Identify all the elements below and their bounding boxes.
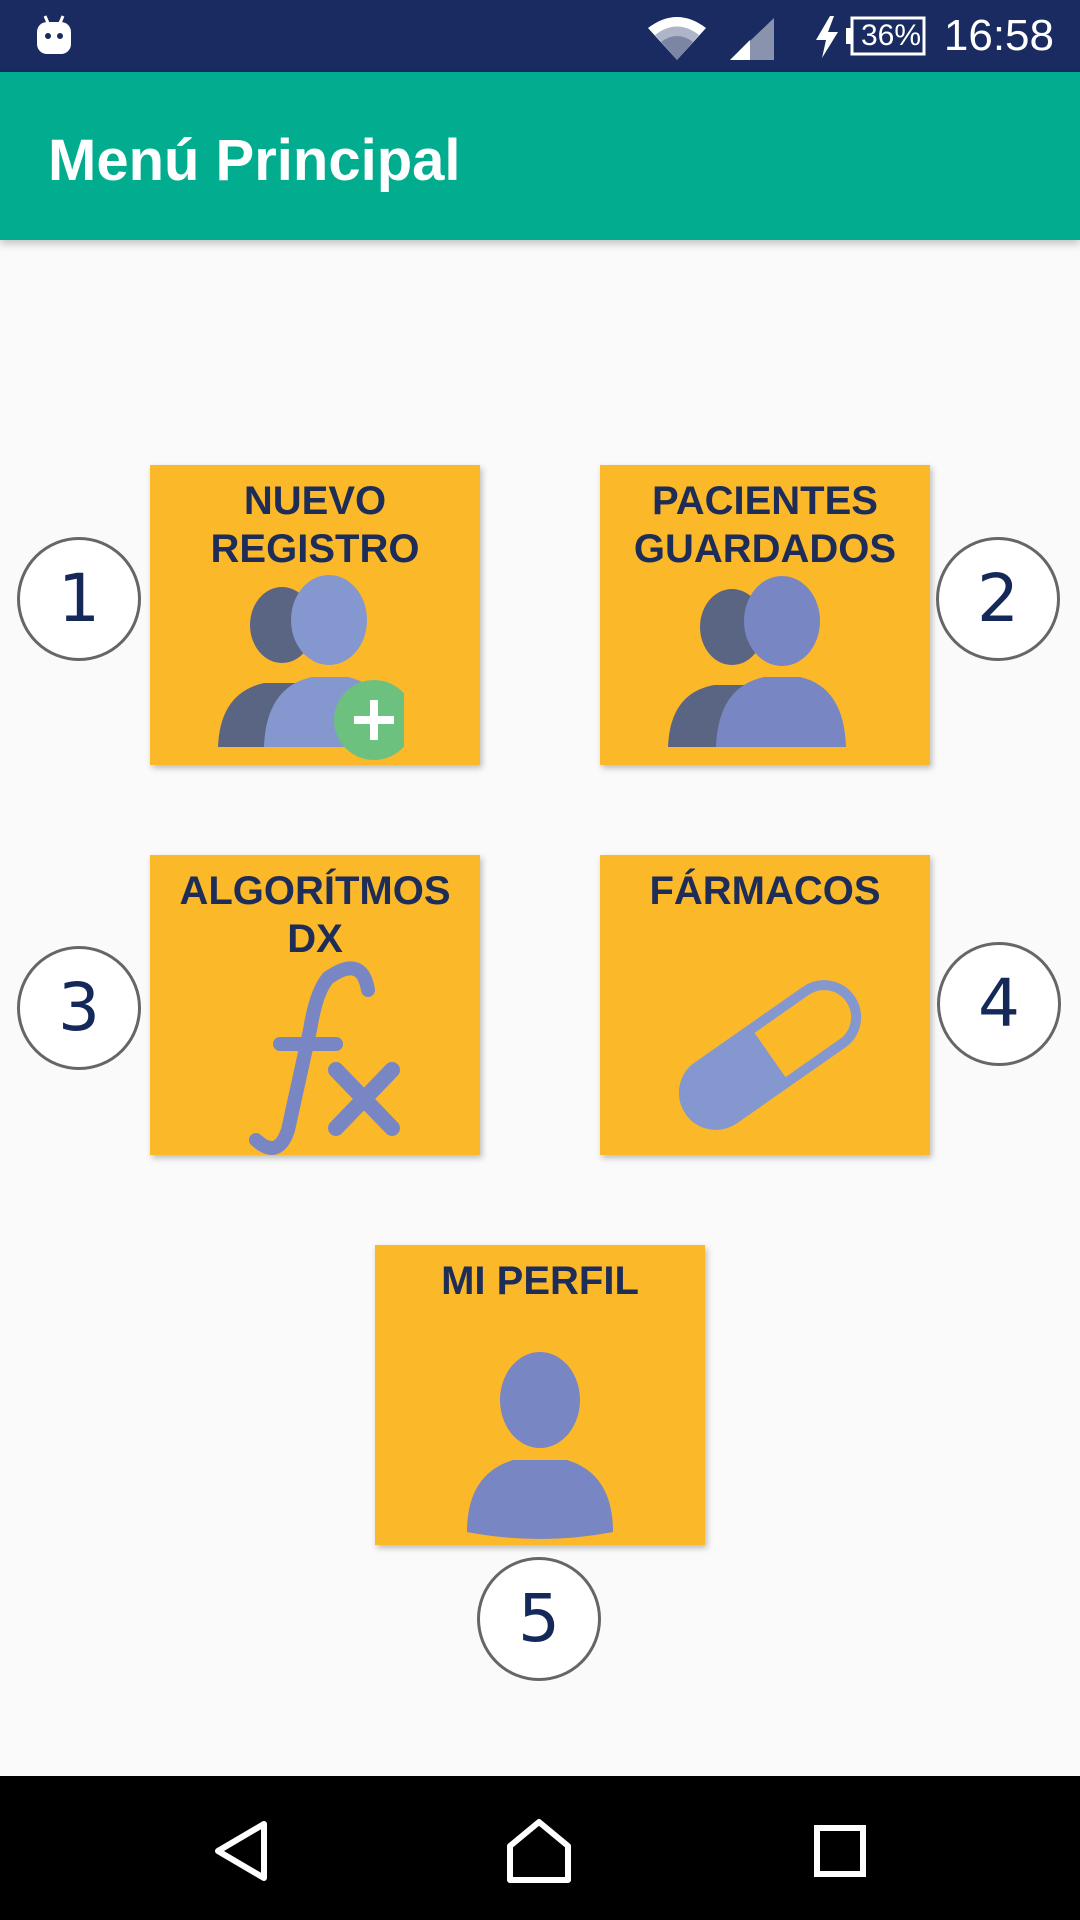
home-icon[interactable]	[504, 1816, 574, 1886]
annotation-3: 3	[17, 946, 141, 1070]
signal-icon	[730, 18, 774, 60]
tile-label: PACIENTES GUARDADOS	[633, 479, 897, 571]
mi-perfil-button[interactable]: MI PERFIL	[375, 1245, 705, 1545]
add-users-icon	[218, 575, 404, 760]
battery-percent: 36%	[860, 19, 922, 52]
annotation-5: 5	[477, 1557, 601, 1681]
tile-label: MI PERFIL	[441, 1259, 639, 1303]
tile-label: NUEVO REGISTRO	[210, 479, 420, 571]
navigation-bar	[0, 1776, 1080, 1920]
pill-capsule-icon	[678, 980, 862, 1130]
annotation-2: 2	[936, 537, 1060, 661]
app-bar: Menú Principal	[0, 72, 1080, 240]
android-icon	[37, 15, 71, 54]
wifi-icon	[648, 17, 706, 60]
tile-label: ALGORÍTMOS DX	[179, 869, 451, 961]
user-icon	[467, 1352, 613, 1539]
farmacos-button[interactable]: FÁRMACOS	[600, 855, 930, 1155]
nuevo-registro-button[interactable]: NUEVO REGISTRO	[150, 465, 480, 765]
users-icon	[668, 576, 846, 747]
clock: 16:58	[943, 11, 1054, 60]
battery-icon: 36%	[846, 16, 926, 56]
charging-bolt-icon	[816, 16, 838, 58]
status-bar: 36% 16:58	[0, 0, 1080, 72]
tile-label: FÁRMACOS	[649, 869, 881, 913]
page-title: Menú Principal	[48, 128, 461, 193]
algoritmos-dx-button[interactable]: ALGORÍTMOS DX	[150, 855, 480, 1155]
function-fx-icon	[249, 961, 400, 1155]
annotation-1: 1	[17, 537, 141, 661]
annotation-4: 4	[937, 942, 1061, 1066]
recent-apps-icon[interactable]	[805, 1816, 875, 1886]
pacientes-guardados-button[interactable]: PACIENTES GUARDADOS	[600, 465, 930, 765]
back-triangle-icon[interactable]	[208, 1816, 278, 1886]
